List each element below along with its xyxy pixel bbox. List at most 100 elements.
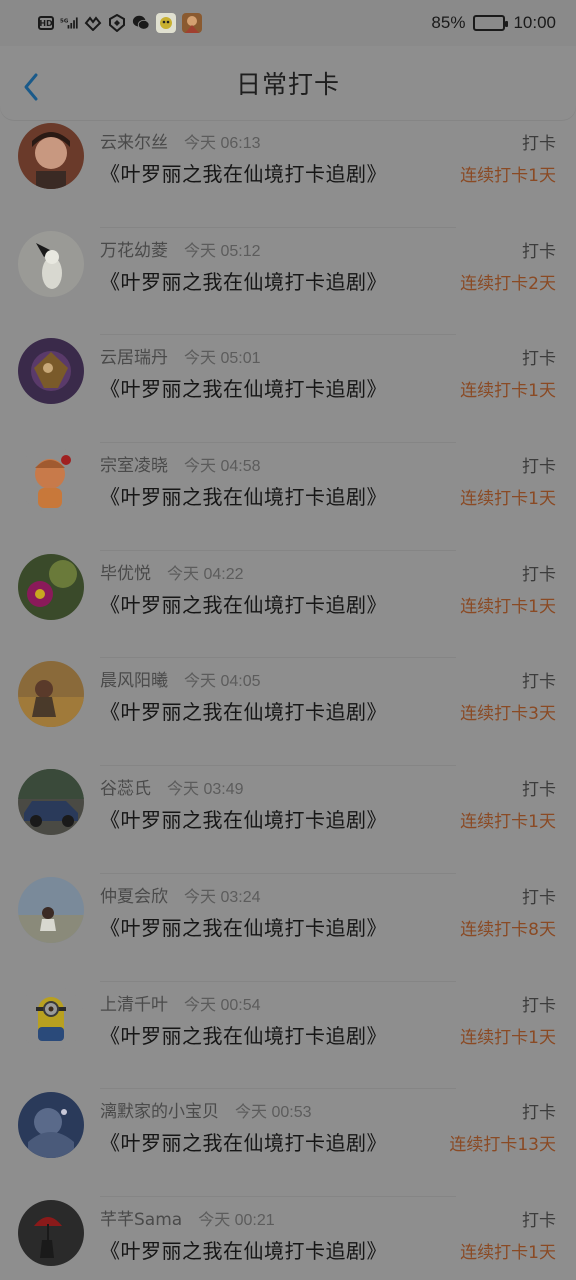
show-title[interactable]: 《叶罗丽之我在仙境打卡追剧》 [100, 696, 387, 725]
list-item[interactable]: 云来尔丝 今天 06:13 《叶罗丽之我在仙境打卡追剧》 打卡 连续打卡1天 [0, 120, 576, 228]
back-button[interactable] [18, 72, 44, 102]
status-icons: HD 5G [38, 13, 202, 33]
avatar[interactable] [18, 1199, 84, 1266]
list-item[interactable]: 芊芊Sama 今天 00:21 《叶罗丽之我在仙境打卡追剧》 打卡 连续打卡1天 [0, 1197, 576, 1280]
entry-meta: 万花幼菱 今天 05:12 [100, 236, 261, 261]
checkin-time: 今天 00:53 [235, 1104, 312, 1122]
avatar[interactable] [18, 446, 84, 513]
avatar[interactable] [18, 769, 84, 836]
list-item[interactable]: 宗室凌晓 今天 04:58 《叶罗丽之我在仙境打卡追剧》 打卡 连续打卡1天 [0, 443, 576, 551]
entry-meta: 谷蕊氏 今天 03:49 [100, 774, 244, 799]
username[interactable]: 宗室凌晓 [100, 451, 168, 476]
avatar[interactable] [18, 123, 84, 189]
show-title[interactable]: 《叶罗丽之我在仙境打卡追剧》 [100, 804, 387, 833]
battery-icon [473, 15, 509, 31]
checkin-list[interactable]: 云来尔丝 今天 06:13 《叶罗丽之我在仙境打卡追剧》 打卡 连续打卡1天 万… [0, 120, 576, 1280]
avatar[interactable] [18, 661, 84, 728]
checkin-time: 今天 04:22 [167, 565, 244, 583]
entry-meta: 云居瑞丹 今天 05:01 [100, 343, 261, 368]
chevron-left-icon [24, 73, 38, 101]
list-item[interactable]: 上清千叶 今天 00:54 《叶罗丽之我在仙境打卡追剧》 打卡 连续打卡1天 [0, 982, 576, 1090]
avatar[interactable] [18, 1092, 84, 1159]
heart-link-icon [84, 14, 102, 32]
entry-meta: 上清千叶 今天 00:54 [100, 990, 261, 1015]
checkin-action[interactable]: 打卡 [522, 129, 556, 154]
checkin-action[interactable]: 打卡 [522, 452, 556, 477]
show-title[interactable]: 《叶罗丽之我在仙境打卡追剧》 [100, 266, 387, 295]
entry-meta: 仲夏会欣 今天 03:24 [100, 882, 261, 907]
entry-meta: 晨风阳曦 今天 04:05 [100, 666, 261, 691]
checkin-time: 今天 04:58 [184, 458, 261, 476]
hd-icon: HD [38, 16, 54, 30]
avatar[interactable] [18, 553, 84, 620]
list-item[interactable]: 云居瑞丹 今天 05:01 《叶罗丽之我在仙境打卡追剧》 打卡 连续打卡1天 [0, 335, 576, 443]
streak-count: 连续打卡1天 [460, 596, 556, 617]
entry-meta: 宗室凌晓 今天 04:58 [100, 451, 261, 476]
list-item[interactable]: 漓默家的小宝贝 今天 00:53 《叶罗丽之我在仙境打卡追剧》 打卡 连续打卡1… [0, 1089, 576, 1197]
wechat-icon [132, 14, 150, 32]
show-title[interactable]: 《叶罗丽之我在仙境打卡追剧》 [100, 158, 387, 187]
checkin-action[interactable]: 打卡 [522, 560, 556, 585]
checkin-time: 今天 00:54 [184, 996, 261, 1014]
entry-meta: 云来尔丝 今天 06:13 [100, 128, 261, 153]
entry-meta: 毕优悦 今天 04:22 [100, 559, 244, 584]
avatar[interactable] [18, 984, 84, 1051]
checkin-action[interactable]: 打卡 [522, 883, 556, 908]
signal-icon: 5G [60, 14, 78, 32]
checkin-time: 今天 05:01 [184, 350, 261, 368]
username[interactable]: 芊芊Sama [100, 1205, 182, 1230]
username[interactable]: 云居瑞丹 [100, 343, 168, 368]
entry-meta: 漓默家的小宝贝 今天 00:53 [100, 1097, 312, 1122]
show-title[interactable]: 《叶罗丽之我在仙境打卡追剧》 [100, 1235, 387, 1264]
list-item[interactable]: 晨风阳曦 今天 04:05 《叶罗丽之我在仙境打卡追剧》 打卡 连续打卡3天 [0, 658, 576, 766]
streak-count: 连续打卡2天 [460, 273, 556, 294]
username[interactable]: 万花幼菱 [100, 236, 168, 261]
checkin-action[interactable]: 打卡 [522, 237, 556, 262]
list-item[interactable]: 毕优悦 今天 04:22 《叶罗丽之我在仙境打卡追剧》 打卡 连续打卡1天 [0, 551, 576, 659]
username[interactable]: 晨风阳曦 [100, 666, 168, 691]
checkin-time: 今天 00:21 [198, 1211, 275, 1229]
username[interactable]: 毕优悦 [100, 559, 151, 584]
show-title[interactable]: 《叶罗丽之我在仙境打卡追剧》 [100, 373, 387, 402]
entry-meta: 芊芊Sama 今天 00:21 [100, 1205, 275, 1230]
show-title[interactable]: 《叶罗丽之我在仙境打卡追剧》 [100, 1127, 387, 1156]
page-title: 日常打卡 [235, 70, 340, 99]
checkin-time: 今天 05:12 [184, 242, 261, 260]
status-right: 85% 10:00 [431, 13, 556, 33]
streak-count: 连续打卡8天 [460, 919, 556, 940]
checkin-action[interactable]: 打卡 [522, 775, 556, 800]
list-item[interactable]: 万花幼菱 今天 05:12 《叶罗丽之我在仙境打卡追剧》 打卡 连续打卡2天 [0, 228, 576, 336]
avatar[interactable] [18, 338, 84, 405]
list-item[interactable]: 谷蕊氏 今天 03:49 《叶罗丽之我在仙境打卡追剧》 打卡 连续打卡1天 [0, 766, 576, 874]
username[interactable]: 云来尔丝 [100, 128, 168, 153]
streak-count: 连续打卡1天 [460, 1027, 556, 1048]
app-icon-2 [182, 13, 202, 33]
checkin-action[interactable]: 打卡 [522, 344, 556, 369]
streak-count: 连续打卡1天 [460, 489, 556, 510]
username[interactable]: 谷蕊氏 [100, 774, 151, 799]
svg-text:5G: 5G [60, 18, 69, 24]
battery-percent: 85% [431, 13, 466, 32]
checkin-action[interactable]: 打卡 [522, 1098, 556, 1123]
list-item[interactable]: 仲夏会欣 今天 03:24 《叶罗丽之我在仙境打卡追剧》 打卡 连续打卡8天 [0, 874, 576, 982]
show-title[interactable]: 《叶罗丽之我在仙境打卡追剧》 [100, 481, 387, 510]
avatar[interactable] [18, 876, 84, 943]
status-bar: HD 5G 85% 10:00 [0, 0, 576, 46]
shield-icon [108, 14, 126, 32]
streak-count: 连续打卡1天 [460, 1242, 556, 1263]
checkin-action[interactable]: 打卡 [522, 667, 556, 692]
username[interactable]: 仲夏会欣 [100, 882, 168, 907]
checkin-time: 今天 03:49 [167, 781, 244, 799]
username[interactable]: 漓默家的小宝贝 [100, 1097, 219, 1122]
checkin-action[interactable]: 打卡 [522, 991, 556, 1016]
app-header: 日常打卡 [0, 46, 576, 120]
show-title[interactable]: 《叶罗丽之我在仙境打卡追剧》 [100, 912, 387, 941]
clock: 10:00 [513, 13, 556, 32]
app-icon-1 [156, 13, 176, 33]
checkin-time: 今天 04:05 [184, 673, 261, 691]
avatar[interactable] [18, 230, 84, 297]
username[interactable]: 上清千叶 [100, 990, 168, 1015]
show-title[interactable]: 《叶罗丽之我在仙境打卡追剧》 [100, 589, 387, 618]
show-title[interactable]: 《叶罗丽之我在仙境打卡追剧》 [100, 1020, 387, 1049]
checkin-action[interactable]: 打卡 [522, 1206, 556, 1231]
